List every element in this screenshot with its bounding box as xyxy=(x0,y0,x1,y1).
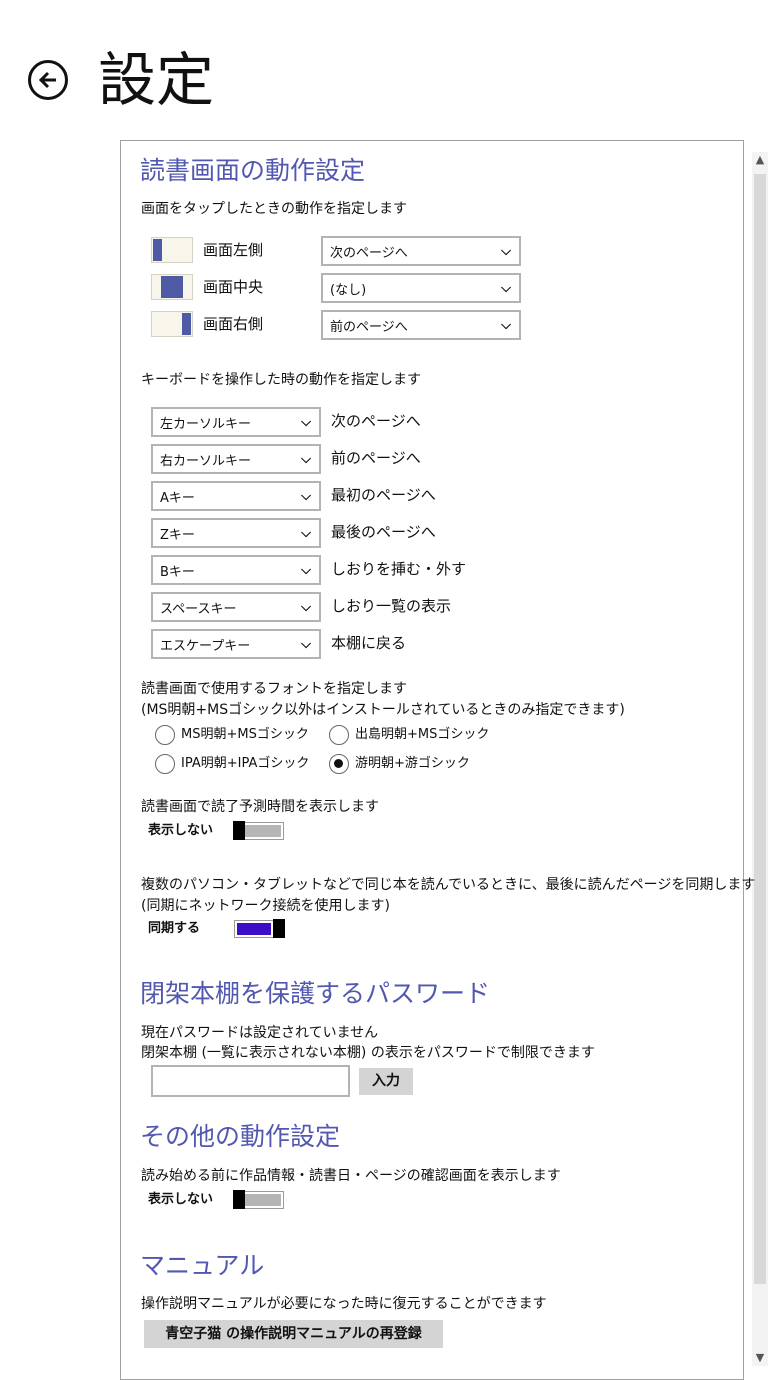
key-action-label: 前のページへ xyxy=(331,449,421,467)
scroll-thumb[interactable] xyxy=(754,174,766,1284)
tap-left-select[interactable]: 次のページへ ⌵ xyxy=(321,236,521,266)
sync-note: (同期にネットワーク接続を使用します) xyxy=(141,898,390,914)
tap-left-icon xyxy=(151,237,193,263)
chevron-down-icon: ⌵ xyxy=(301,525,311,541)
tap-left-label: 画面左側 xyxy=(203,241,264,259)
password-submit-button[interactable]: 入力 xyxy=(359,1068,413,1095)
chevron-down-icon: ⌵ xyxy=(501,280,511,296)
font-description: 読書画面で使用するフォントを指定します xyxy=(141,681,407,697)
select-value: エスケープキー xyxy=(160,638,251,654)
chevron-down-icon: ⌵ xyxy=(501,317,511,333)
chevron-down-icon: ⌵ xyxy=(301,414,311,430)
chevron-down-icon: ⌵ xyxy=(301,599,311,615)
select-value: 次のページへ xyxy=(330,245,408,261)
password-description: 閉架本棚 (一覧に表示されない本棚) の表示をパスワードで制限できます xyxy=(141,1045,595,1061)
tap-center-label: 画面中央 xyxy=(203,278,264,296)
select-value: Bキー xyxy=(160,564,195,580)
confirm-screen-toggle[interactable] xyxy=(233,1190,284,1209)
section-heading-password: 閉架本棚を保護するパスワード xyxy=(140,979,491,1008)
key-action-label: 最後のページへ xyxy=(331,523,436,541)
restore-manual-button[interactable]: 青空子猫 の操作説明マニュアルの再登録 xyxy=(144,1320,443,1348)
font-radio-label: IPA明朝+IPAゴシック xyxy=(181,756,310,771)
scroll-up-icon[interactable]: ▲ xyxy=(752,152,768,168)
tap-right-label: 画面右側 xyxy=(203,315,264,333)
font-radio-label: 出島明朝+MSゴシック xyxy=(355,727,490,742)
key-action-label: しおりを挿む・外す xyxy=(331,560,467,578)
key-action-label: 次のページへ xyxy=(331,412,421,430)
section-heading-reading: 読書画面の動作設定 xyxy=(140,156,366,185)
keyboard-description: キーボードを操作した時の動作を指定します xyxy=(141,372,421,388)
tap-description: 画面をタップしたときの動作を指定します xyxy=(141,201,407,217)
font-radio-ms[interactable] xyxy=(155,725,175,745)
password-input[interactable] xyxy=(151,1065,350,1097)
key-action-label: 本棚に戻る xyxy=(331,634,407,652)
password-status: 現在パスワードは設定されていません xyxy=(141,1025,379,1041)
section-heading-manual: マニュアル xyxy=(140,1251,265,1280)
key-action-label: しおり一覧の表示 xyxy=(331,597,452,615)
key-select-space[interactable]: スペースキー ⌵ xyxy=(151,592,321,622)
chevron-down-icon: ⌵ xyxy=(301,488,311,504)
select-value: Zキー xyxy=(160,527,195,543)
select-value: 右カーソルキー xyxy=(160,453,252,469)
font-radio-label: 游明朝+游ゴシック xyxy=(355,756,470,771)
font-radio-yu[interactable] xyxy=(329,754,349,774)
chevron-down-icon: ⌵ xyxy=(501,243,511,259)
select-value: 左カーソルキー xyxy=(160,416,252,432)
vertical-scrollbar[interactable]: ▲ ▼ xyxy=(752,152,768,1366)
section-heading-other: その他の動作設定 xyxy=(140,1122,341,1151)
tap-center-select[interactable]: (なし) ⌵ xyxy=(321,273,521,303)
key-select-escape[interactable]: エスケープキー ⌵ xyxy=(151,629,321,659)
reading-time-description: 読書画面で読了予測時間を表示します xyxy=(141,799,379,815)
manual-description: 操作説明マニュアルが必要になった時に復元することができます xyxy=(141,1296,547,1312)
confirm-screen-toggle-label: 表示しない xyxy=(148,1192,214,1207)
key-select-a[interactable]: Aキー ⌵ xyxy=(151,481,321,511)
select-value: (なし) xyxy=(330,282,367,298)
key-select-left-cursor[interactable]: 左カーソルキー ⌵ xyxy=(151,407,321,437)
confirm-screen-description: 読み始める前に作品情報・読書日・ページの確認画面を表示します xyxy=(141,1168,561,1184)
font-radio-label: MS明朝+MSゴシック xyxy=(181,727,309,742)
select-value: スペースキー xyxy=(160,601,237,617)
key-select-z[interactable]: Zキー ⌵ xyxy=(151,518,321,548)
key-action-label: 最初のページへ xyxy=(331,486,436,504)
sync-description: 複数のパソコン・タブレットなどで同じ本を読んでいるときに、最後に読んだページを同… xyxy=(141,877,756,893)
tap-right-icon xyxy=(151,311,193,337)
key-select-b[interactable]: Bキー ⌵ xyxy=(151,555,321,585)
tap-center-icon xyxy=(151,274,193,300)
tap-right-select[interactable]: 前のページへ ⌵ xyxy=(321,310,521,340)
select-value: Aキー xyxy=(160,490,195,506)
page-title: 設定 xyxy=(98,46,215,114)
scroll-down-icon[interactable]: ▼ xyxy=(752,1350,768,1366)
reading-time-toggle[interactable] xyxy=(233,821,284,840)
sync-toggle-label: 同期する xyxy=(148,921,201,936)
chevron-down-icon: ⌵ xyxy=(301,562,311,578)
font-radio-dejima[interactable] xyxy=(329,725,349,745)
back-button[interactable] xyxy=(28,60,68,100)
font-radio-ipa[interactable] xyxy=(155,754,175,774)
chevron-down-icon: ⌵ xyxy=(301,636,311,652)
font-note: (MS明朝+MSゴシック以外はインストールされているときのみ指定できます) xyxy=(141,702,625,718)
key-select-right-cursor[interactable]: 右カーソルキー ⌵ xyxy=(151,444,321,474)
reading-time-toggle-label: 表示しない xyxy=(148,823,214,838)
arrow-left-circle-icon xyxy=(38,71,56,89)
chevron-down-icon: ⌵ xyxy=(301,451,311,467)
sync-toggle[interactable] xyxy=(234,919,285,938)
select-value: 前のページへ xyxy=(330,319,408,335)
